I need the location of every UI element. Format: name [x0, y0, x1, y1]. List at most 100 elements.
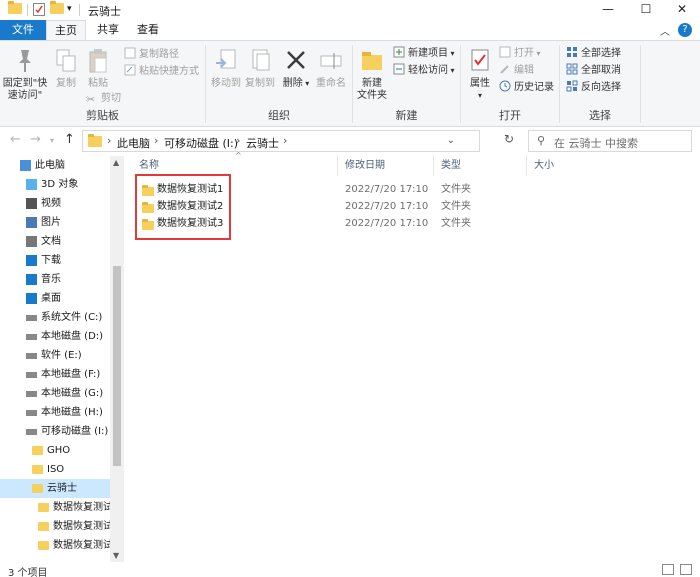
scrollbar-thumb[interactable]: [113, 266, 121, 466]
new-folder-button[interactable]: 新建 文件夹: [355, 47, 389, 102]
new-item-icon: [393, 46, 405, 58]
nav-item[interactable]: 图片: [0, 213, 110, 232]
nav-item[interactable]: GHO: [0, 441, 110, 460]
minimize-button[interactable]: —: [588, 0, 628, 20]
nav-item[interactable]: 下载: [0, 251, 110, 270]
open-button[interactable]: 打开 ▾: [499, 46, 541, 62]
refresh-icon[interactable]: ↻: [504, 132, 514, 146]
nav-item[interactable]: 系统文件 (C:): [0, 308, 110, 327]
copy-to-icon: [252, 49, 270, 71]
nav-item[interactable]: 此电脑: [0, 156, 110, 175]
pin-quick-access-button[interactable]: 固定到"快 速访问": [2, 47, 48, 102]
nav-item[interactable]: 软件 (E:): [0, 346, 110, 365]
nav-item[interactable]: 数据恢复测试: [0, 536, 110, 555]
breadcrumb-this-pc[interactable]: 此电脑: [117, 135, 150, 151]
breadcrumb-removable-drive[interactable]: 可移动磁盘 (I:): [164, 135, 238, 151]
column-type[interactable]: 类型: [441, 156, 461, 176]
ribbon: 固定到"快 速访问" 复制 粘贴 复制路径 粘贴快捷方式 ✂ 剪切 剪贴板 移动到…: [0, 40, 700, 127]
details-view-icon[interactable]: [662, 564, 674, 575]
column-divider[interactable]: [337, 156, 338, 176]
paste-button[interactable]: 粘贴: [84, 47, 112, 90]
paste-shortcut-button[interactable]: 粘贴快捷方式: [124, 64, 199, 80]
nav-item-label: 数据恢复测试: [53, 521, 110, 532]
back-icon[interactable]: ←: [10, 132, 21, 147]
nav-item[interactable]: 音乐: [0, 270, 110, 289]
maximize-button[interactable]: ☐: [626, 0, 666, 20]
help-icon[interactable]: ?: [678, 23, 692, 37]
large-icons-view-icon[interactable]: [680, 564, 692, 575]
copy-path-button[interactable]: 复制路径: [124, 47, 179, 63]
tab-share[interactable]: 共享: [88, 20, 128, 40]
file-type: 文件夹: [441, 201, 471, 212]
copy-to-button[interactable]: 复制到: [244, 47, 276, 90]
organize-group: 移动到 复制到 删除 ▾ 重命名 组织: [206, 41, 352, 127]
nav-item[interactable]: 本地磁盘 (G:): [0, 384, 110, 403]
forward-icon[interactable]: →: [30, 132, 41, 147]
up-icon[interactable]: ↑: [64, 132, 75, 147]
nav-item-label: 文档: [41, 236, 61, 247]
nav-item-label: 软件 (E:): [41, 350, 82, 361]
rename-button[interactable]: 重命名: [314, 47, 348, 90]
move-to-button[interactable]: 移动到: [210, 47, 242, 90]
properties-quick-icon[interactable]: [33, 3, 45, 19]
drive-icon: [26, 410, 37, 416]
close-button[interactable]: ✕: [662, 0, 700, 20]
nav-item[interactable]: 云骑士: [0, 479, 110, 498]
column-divider[interactable]: [526, 156, 527, 176]
cut-button[interactable]: ✂ 剪切: [86, 91, 121, 107]
breadcrumb-current[interactable]: 云骑士: [246, 135, 279, 151]
collapse-ribbon-icon[interactable]: ︿: [660, 23, 670, 38]
item-count: 3 个项目: [8, 568, 48, 577]
customize-quick-access-icon[interactable]: ▾: [67, 4, 72, 14]
history-button[interactable]: 历史记录: [499, 80, 554, 96]
properties-button[interactable]: 属性 ▾: [465, 47, 495, 102]
copy-button[interactable]: 复制: [52, 47, 80, 90]
column-name[interactable]: 名称: [139, 156, 159, 176]
tab-view[interactable]: 查看: [128, 20, 168, 40]
nav-item-label: ISO: [47, 464, 65, 475]
nav-item[interactable]: 3D 对象: [0, 175, 110, 194]
nav-item[interactable]: 本地磁盘 (F:): [0, 365, 110, 384]
tab-home[interactable]: 主页: [46, 20, 86, 40]
column-size[interactable]: 大小: [534, 156, 554, 176]
address-dropdown-icon[interactable]: ⌄: [447, 135, 455, 146]
nav-item[interactable]: 数据恢复测试: [0, 498, 110, 517]
scroll-up-icon[interactable]: ▲: [113, 158, 119, 167]
folder-icon: [38, 522, 49, 531]
select-none-button[interactable]: 全部取消: [566, 63, 621, 79]
nav-item-label: 数据恢复测试: [53, 540, 110, 551]
drive-icon: [26, 315, 37, 321]
nav-item[interactable]: 本地磁盘 (H:): [0, 403, 110, 422]
search-input[interactable]: ⚲ 在 云骑士 中搜索: [528, 130, 692, 152]
nav-item[interactable]: ISO: [0, 460, 110, 479]
nav-item[interactable]: 视频: [0, 194, 110, 213]
new-folder-quick-icon[interactable]: [50, 1, 64, 17]
column-date[interactable]: 修改日期: [345, 156, 385, 176]
new-item-button[interactable]: 新建项目 ▾: [393, 46, 455, 62]
nav-scrollbar[interactable]: ▲ ▼: [110, 156, 124, 562]
pictures-icon: [26, 217, 37, 228]
nav-item[interactable]: 桌面: [0, 289, 110, 308]
history-icon: [499, 80, 511, 92]
edit-button[interactable]: 编辑: [499, 63, 534, 79]
invert-selection-button[interactable]: 反向选择: [566, 80, 621, 96]
divider: [79, 4, 80, 16]
nav-item[interactable]: 数据恢复测试: [0, 517, 110, 536]
folder-icon: [88, 134, 102, 150]
column-divider[interactable]: [433, 156, 434, 176]
ribbon-tabs: 文件 主页 共享 查看 ︿ ?: [0, 20, 700, 40]
drive-icon: [26, 372, 37, 378]
delete-button[interactable]: 删除 ▾: [282, 47, 310, 90]
scroll-down-icon[interactable]: ▼: [113, 551, 119, 560]
address-bar[interactable]: › 此电脑 › 可移动磁盘 (I:) › 云骑士 › ⌄: [82, 130, 480, 152]
tab-file[interactable]: 文件: [0, 20, 46, 40]
recent-locations-icon[interactable]: ▾: [50, 136, 54, 145]
clipboard-group-label: 剪贴板: [86, 109, 119, 122]
nav-item[interactable]: 文档: [0, 232, 110, 251]
select-all-button[interactable]: 全部选择: [566, 46, 621, 62]
nav-item[interactable]: 本地磁盘 (D:): [0, 327, 110, 346]
sort-indicator-icon: ^: [235, 151, 242, 160]
nav-item[interactable]: 可移动磁盘 (I:): [0, 422, 110, 441]
move-to-label: 移动到: [211, 78, 241, 89]
easy-access-button[interactable]: 轻松访问 ▾: [393, 63, 455, 79]
